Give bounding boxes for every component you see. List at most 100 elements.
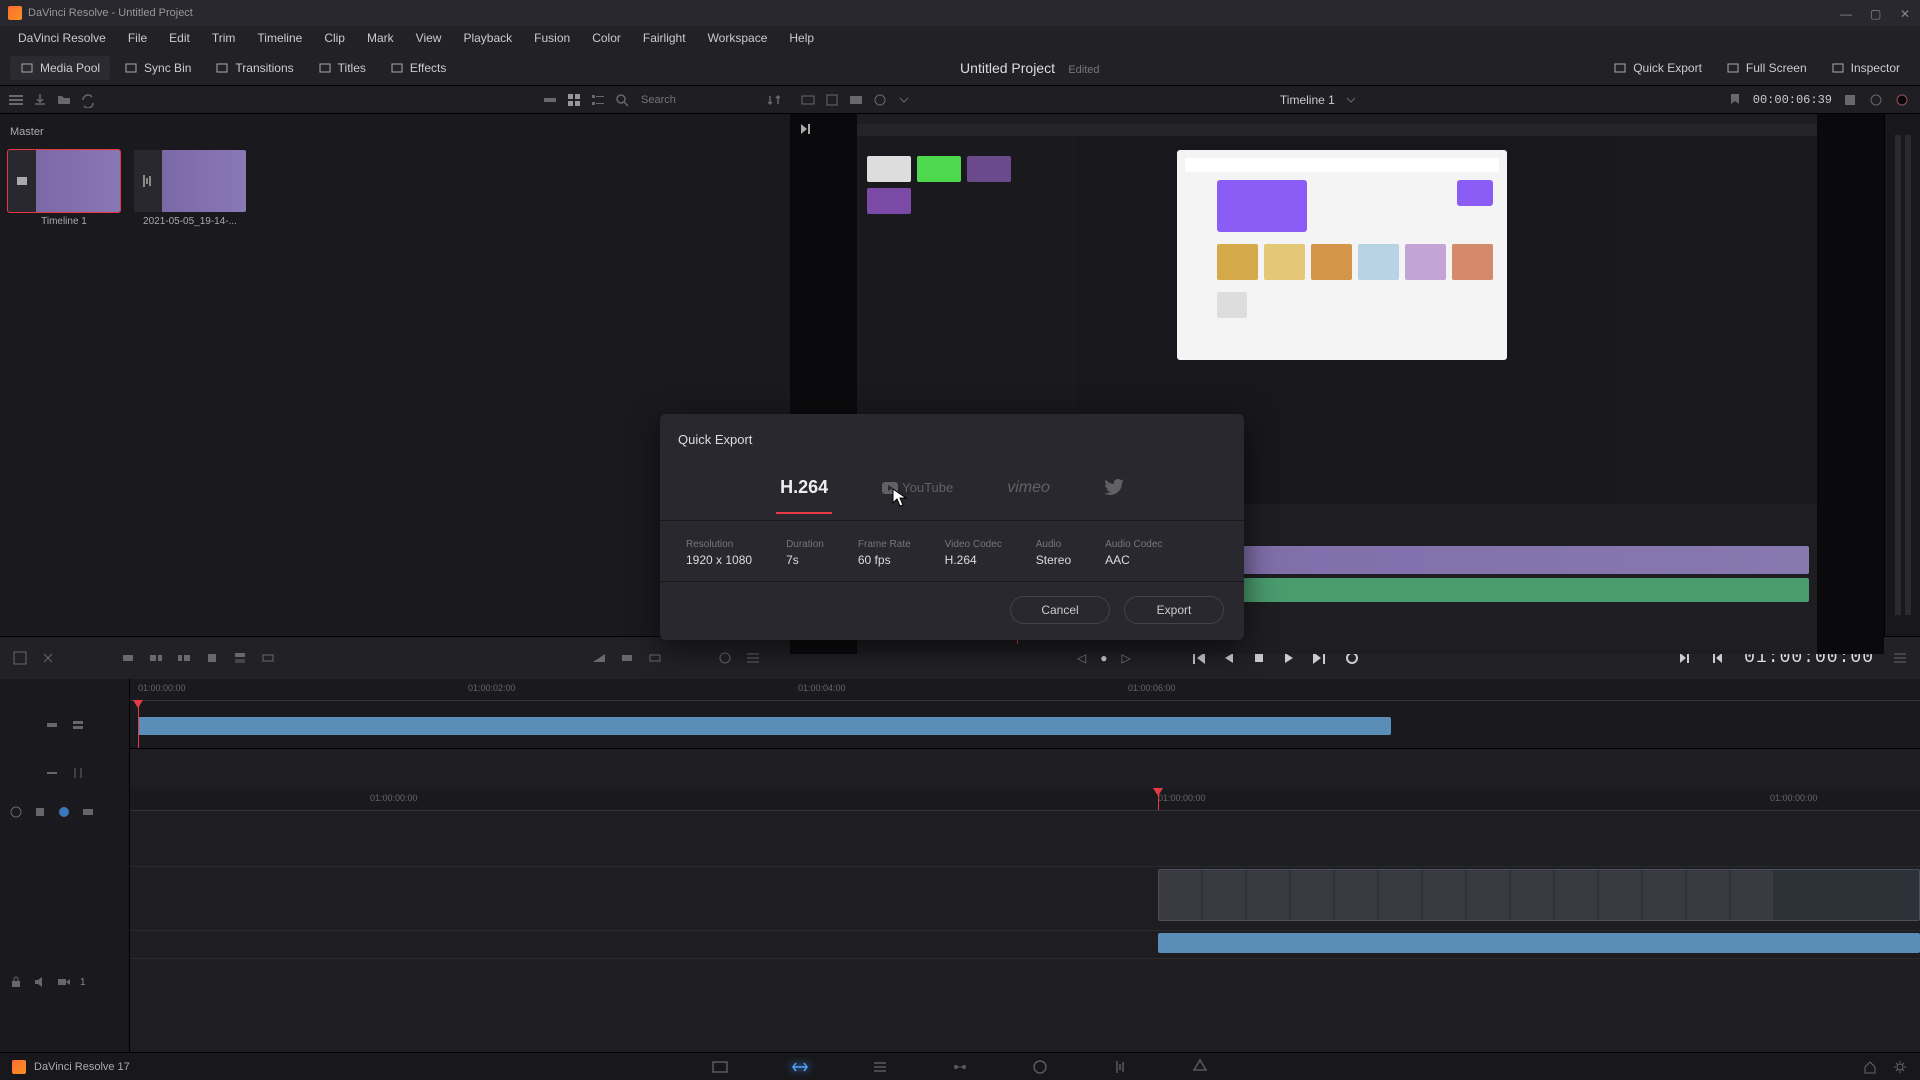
- duration-icon[interactable]: [80, 804, 96, 820]
- timeline-name[interactable]: Timeline 1: [1280, 93, 1335, 107]
- media-page-icon[interactable]: [710, 1057, 730, 1077]
- menu-playback[interactable]: Playback: [453, 28, 522, 48]
- loop-icon[interactable]: [1894, 92, 1910, 108]
- bypass-icon[interactable]: [1868, 92, 1884, 108]
- minimize-icon[interactable]: —: [1840, 7, 1852, 19]
- close-icon[interactable]: ✕: [1900, 7, 1912, 19]
- strip-view-icon[interactable]: [542, 92, 558, 108]
- marker-tool-icon[interactable]: [8, 804, 24, 820]
- jump-to-end-icon[interactable]: [798, 122, 812, 136]
- folder-icon[interactable]: [56, 92, 72, 108]
- menu-timeline[interactable]: Timeline: [247, 28, 312, 48]
- export-button[interactable]: Export: [1124, 596, 1224, 624]
- lock-icon[interactable]: [8, 974, 24, 990]
- color-page-icon[interactable]: [1030, 1057, 1050, 1077]
- timeline-view-b-icon[interactable]: [70, 717, 86, 733]
- safe-area-icon[interactable]: [848, 92, 864, 108]
- full-screen-button[interactable]: Full Screen: [1716, 56, 1817, 80]
- menu-clip[interactable]: Clip: [314, 28, 355, 48]
- tl-menu-icon[interactable]: [1892, 650, 1908, 666]
- source-overwrite-icon[interactable]: [260, 650, 276, 666]
- menu-edit[interactable]: Edit: [159, 28, 200, 48]
- options-icon[interactable]: [745, 650, 761, 666]
- maximize-icon[interactable]: ▢: [1870, 7, 1882, 19]
- media-clip[interactable]: 2021-05-05_19-14-...: [134, 150, 246, 227]
- preset-vimeo[interactable]: vimeo: [993, 471, 1064, 505]
- search-input[interactable]: [638, 91, 758, 109]
- close-up-icon[interactable]: [204, 650, 220, 666]
- overview-playhead[interactable]: [138, 701, 139, 748]
- color-icon[interactable]: [56, 804, 72, 820]
- ripple-icon[interactable]: [176, 650, 192, 666]
- cut-page-icon[interactable]: [790, 1057, 810, 1077]
- menu-color[interactable]: Color: [582, 28, 631, 48]
- refresh-icon[interactable]: [80, 92, 96, 108]
- cut-icon[interactable]: [619, 650, 635, 666]
- bin-label[interactable]: Master: [8, 122, 782, 142]
- overview-ruler[interactable]: 01:00:00:0001:00:02:0001:00:04:0001:00:0…: [130, 679, 1920, 701]
- import-icon[interactable]: [32, 92, 48, 108]
- search-icon[interactable]: [614, 92, 630, 108]
- tc-options-icon[interactable]: [1842, 92, 1858, 108]
- grid-view-icon[interactable]: [566, 92, 582, 108]
- menu-mark[interactable]: Mark: [357, 28, 404, 48]
- preset-twitter[interactable]: [1090, 471, 1138, 505]
- append-icon[interactable]: [148, 650, 164, 666]
- inspector-button[interactable]: Inspector: [1821, 56, 1910, 80]
- bin-list-icon[interactable]: [8, 92, 24, 108]
- video-track-1[interactable]: [130, 867, 1920, 931]
- menu-help[interactable]: Help: [779, 28, 824, 48]
- blade-icon[interactable]: [40, 650, 56, 666]
- menu-trim[interactable]: Trim: [202, 28, 246, 48]
- track-ruler[interactable]: 01:00:00:00 01:00:00:00 01:00:00:00: [130, 789, 1920, 811]
- tools-icon[interactable]: [12, 650, 28, 666]
- edit-page-icon[interactable]: [870, 1057, 890, 1077]
- preset-h264[interactable]: H.264: [766, 469, 842, 506]
- cancel-button[interactable]: Cancel: [1010, 596, 1110, 624]
- timeline-audio-clip[interactable]: [1158, 933, 1920, 953]
- media-pool-button[interactable]: Media Pool: [10, 56, 110, 80]
- zoom-icon[interactable]: [872, 92, 888, 108]
- home-icon[interactable]: [1862, 1059, 1878, 1075]
- overview-clip[interactable]: [138, 717, 1391, 735]
- flag-icon[interactable]: [32, 804, 48, 820]
- quick-export-button[interactable]: Quick Export: [1603, 56, 1712, 80]
- settings-icon[interactable]: [1892, 1059, 1908, 1075]
- menu-fusion[interactable]: Fusion: [524, 28, 580, 48]
- snap-icon[interactable]: [70, 765, 86, 781]
- list-view-icon[interactable]: [590, 92, 606, 108]
- audio-trim-icon[interactable]: [44, 765, 60, 781]
- effects-button[interactable]: Effects: [380, 56, 456, 80]
- video-icon[interactable]: [56, 974, 72, 990]
- resolution-icon[interactable]: [824, 92, 840, 108]
- dissolve-icon[interactable]: [591, 650, 607, 666]
- fairlight-page-icon[interactable]: [1110, 1057, 1130, 1077]
- marker-icon[interactable]: [1727, 92, 1743, 108]
- sync-bin-button[interactable]: Sync Bin: [114, 56, 201, 80]
- titles-button[interactable]: Titles: [308, 56, 376, 80]
- smooth-cut-icon[interactable]: [647, 650, 663, 666]
- fusion-page-icon[interactable]: [950, 1057, 970, 1077]
- smart-insert-icon[interactable]: [120, 650, 136, 666]
- track-playhead[interactable]: [1158, 789, 1159, 810]
- sort-icon[interactable]: [766, 92, 782, 108]
- timeline-clip[interactable]: [1158, 869, 1920, 921]
- menu-file[interactable]: File: [118, 28, 157, 48]
- place-on-top-icon[interactable]: [232, 650, 248, 666]
- mute-icon[interactable]: [32, 974, 48, 990]
- dropdown-icon[interactable]: [896, 92, 912, 108]
- deliver-page-icon[interactable]: [1190, 1057, 1210, 1077]
- overview-track[interactable]: [130, 701, 1920, 749]
- media-clip[interactable]: Timeline 1: [8, 150, 120, 227]
- transitions-button[interactable]: Transitions: [205, 56, 303, 80]
- audio-track-1[interactable]: [130, 931, 1920, 959]
- menu-davinci-resolve[interactable]: DaVinci Resolve: [8, 28, 116, 48]
- viewer-timecode[interactable]: 00:00:06:39: [1753, 93, 1832, 107]
- preset-youtube[interactable]: YouTube: [868, 472, 967, 503]
- menu-fairlight[interactable]: Fairlight: [633, 28, 696, 48]
- chevron-down-icon[interactable]: [1343, 92, 1359, 108]
- menu-workspace[interactable]: Workspace: [698, 28, 778, 48]
- sync-icon[interactable]: [717, 650, 733, 666]
- boring-detector-icon[interactable]: [800, 92, 816, 108]
- timeline-tracks[interactable]: 01:00:00:0001:00:02:0001:00:04:0001:00:0…: [130, 679, 1920, 1052]
